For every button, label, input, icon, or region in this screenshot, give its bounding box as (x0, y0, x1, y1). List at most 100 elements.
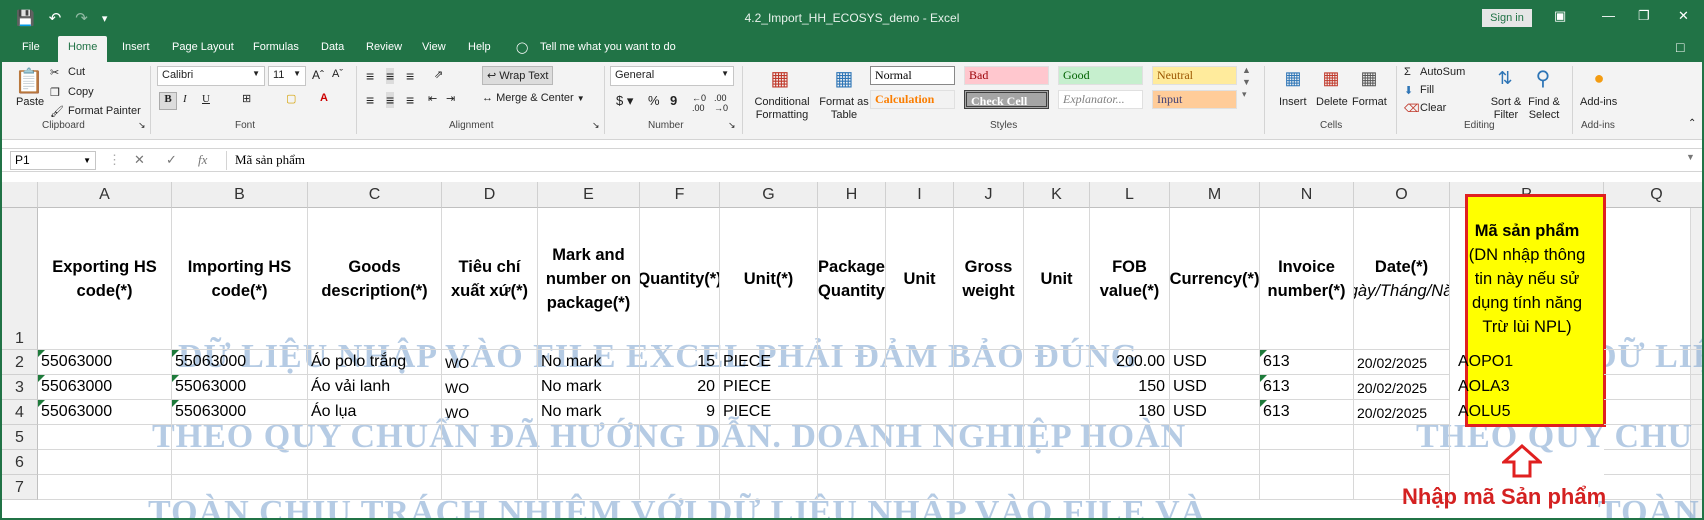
column-header[interactable]: L (1090, 182, 1170, 208)
ribbon-display-icon[interactable]: ▣ (1554, 8, 1566, 24)
header-cell-d[interactable]: Tiêu chí xuất xứ(*) (442, 208, 538, 350)
empty-cell[interactable] (1260, 425, 1354, 450)
font-size-select[interactable]: 11 ▼ (268, 66, 306, 86)
cell-c[interactable]: Áo lụa (308, 400, 442, 425)
header-cell-c[interactable]: Goods description(*) (308, 208, 442, 350)
column-header[interactable]: B (172, 182, 308, 208)
worksheet-grid[interactable]: ABCDEFGHIJKLMNOPQ1234567DỮ LIỆU NHẬP VÀO… (2, 182, 1702, 518)
copy-button[interactable]: Copy (68, 86, 94, 98)
header-cell-k[interactable]: Unit (1024, 208, 1090, 350)
header-cell-n[interactable]: Invoice number(*) (1260, 208, 1354, 350)
tab-home[interactable]: Home (58, 36, 108, 62)
empty-cell[interactable] (640, 450, 720, 475)
cell-g[interactable]: PIECE (720, 350, 818, 375)
format-cells-icon[interactable]: ▦ (1354, 64, 1384, 92)
sign-in-button[interactable]: Sign in (1482, 9, 1532, 27)
close-icon[interactable]: ✕ (1678, 8, 1689, 24)
cell-style-0[interactable]: Normal (870, 66, 955, 85)
tab-page-layout[interactable]: Page Layout (172, 41, 234, 53)
row-header[interactable]: 2 (2, 350, 38, 375)
insert-function-icon[interactable]: fx (198, 152, 207, 168)
cell-n[interactable]: 613 (1260, 400, 1354, 425)
orientation-icon[interactable]: ⇗ (434, 68, 443, 81)
empty-cell[interactable] (308, 425, 442, 450)
cell-l[interactable]: 180 (1090, 400, 1170, 425)
empty-cell[interactable] (720, 450, 818, 475)
format-button[interactable]: Format (1352, 96, 1387, 108)
alignment-launcher-icon[interactable]: ↘ (592, 120, 600, 131)
name-box[interactable]: P1 ▼ (10, 151, 96, 170)
cell-a[interactable]: 55063000 (38, 400, 172, 425)
column-header[interactable]: E (538, 182, 640, 208)
column-header[interactable]: G (720, 182, 818, 208)
middle-align-icon[interactable]: ≡ (386, 68, 395, 84)
cell-j[interactable] (954, 400, 1024, 425)
font-name-select[interactable]: Calibri ▼ (157, 66, 265, 86)
empty-cell[interactable] (1604, 425, 1702, 450)
cell-g[interactable]: PIECE (720, 375, 818, 400)
empty-cell[interactable] (1604, 350, 1702, 375)
header-cell-e[interactable]: Mark and number on package(*) (538, 208, 640, 350)
header-cell-l[interactable]: FOB value(*) (1090, 208, 1170, 350)
conditional-formatting-button[interactable]: Conditional Formatting (752, 96, 812, 122)
sort-filter-button[interactable]: Sort & Filter (1486, 96, 1526, 122)
fill-button[interactable]: Fill (1420, 84, 1434, 96)
format-painter-icon[interactable]: 🖌 (50, 105, 64, 118)
cell-p[interactable]: AOLU5 (1450, 400, 1604, 425)
conditional-formatting-icon[interactable]: ▦ (764, 64, 796, 92)
cell-style-1[interactable]: Bad (964, 66, 1049, 85)
empty-cell[interactable] (1024, 450, 1090, 475)
paste-icon[interactable]: 📋 (14, 66, 44, 96)
empty-cell[interactable] (886, 425, 954, 450)
increase-decimal-icon[interactable]: ←0.00 (692, 93, 706, 113)
empty-cell[interactable] (442, 450, 538, 475)
empty-cell[interactable] (1170, 475, 1260, 500)
cut-button[interactable]: Cut (68, 66, 85, 78)
cell-b[interactable]: 55063000 (172, 350, 308, 375)
font-color-icon[interactable]: A (320, 92, 328, 104)
cut-icon[interactable]: ✂ (50, 66, 59, 79)
collapse-ribbon-icon[interactable]: ⌃ (1688, 118, 1696, 129)
empty-cell[interactable] (38, 425, 172, 450)
cell-n[interactable]: 613 (1260, 375, 1354, 400)
header-cell-f[interactable]: Quantity(*) (640, 208, 720, 350)
expand-formula-icon[interactable]: ▼ (1686, 152, 1695, 162)
column-header[interactable]: A (38, 182, 172, 208)
tab-help[interactable]: Help (468, 41, 491, 53)
empty-cell[interactable] (308, 475, 442, 500)
empty-cell[interactable] (538, 450, 640, 475)
empty-cell[interactable] (442, 475, 538, 500)
cell-style-3[interactable]: Neutral (1152, 66, 1237, 85)
header-cell-h[interactable]: Package Quantity (818, 208, 886, 350)
cell-b[interactable]: 55063000 (172, 375, 308, 400)
header-cell-b[interactable]: Importing HS code(*) (172, 208, 308, 350)
add-ins-icon[interactable]: ● (1584, 64, 1614, 92)
styles-scroll-icon[interactable]: ▲ ▼ ▾ (1242, 64, 1251, 100)
row-header[interactable]: 6 (2, 450, 38, 475)
tab-insert[interactable]: Insert (122, 41, 150, 53)
tab-file[interactable]: File (22, 41, 40, 53)
column-header[interactable]: N (1260, 182, 1354, 208)
empty-cell[interactable] (954, 475, 1024, 500)
header-cell-j[interactable]: Gross weight (954, 208, 1024, 350)
currency-icon[interactable]: $ ▾ (616, 93, 633, 109)
tab-view[interactable]: View (422, 41, 446, 53)
cancel-icon[interactable]: ✕ (134, 152, 145, 168)
empty-cell[interactable] (308, 450, 442, 475)
cell-o[interactable]: 20/02/2025 (1354, 350, 1450, 375)
header-cell-o[interactable]: Date(*) (Ngày/Tháng/Năm) (1354, 208, 1450, 350)
cell-m[interactable]: USD (1170, 400, 1260, 425)
borders-icon[interactable]: ⊞ (242, 92, 251, 105)
cell-i[interactable] (886, 350, 954, 375)
clear-icon[interactable]: ⌫ (1404, 102, 1420, 115)
cell-f[interactable]: 15 (640, 350, 720, 375)
increase-font-icon[interactable]: Aˆ (312, 68, 324, 82)
header-cell-g[interactable]: Unit(*) (720, 208, 818, 350)
clipboard-launcher-icon[interactable]: ↘ (138, 120, 146, 131)
maximize-icon[interactable]: ❐ (1638, 8, 1650, 24)
cell-e[interactable]: No mark (538, 375, 640, 400)
empty-cell[interactable] (1260, 475, 1354, 500)
comments-icon[interactable]: □ (1676, 39, 1684, 55)
cell-a[interactable]: 55063000 (38, 375, 172, 400)
cell-m[interactable]: USD (1170, 375, 1260, 400)
